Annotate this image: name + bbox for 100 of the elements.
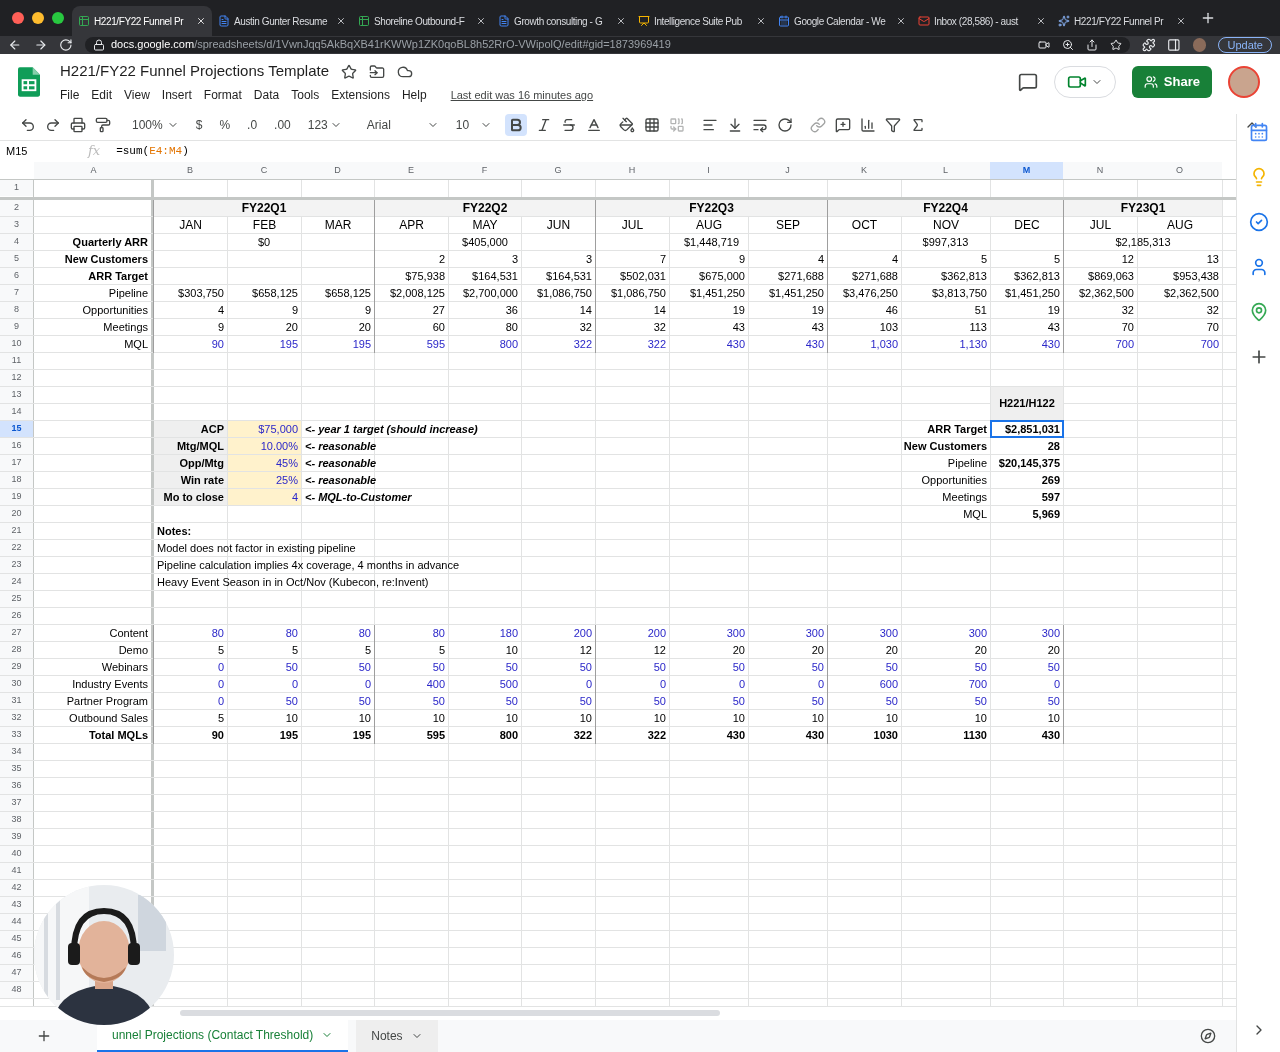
menu-item[interactable]: Tools xyxy=(291,85,320,104)
row-header[interactable]: 44 xyxy=(0,914,33,930)
browser-tab[interactable]: Intelligence Suite Pub xyxy=(632,6,772,36)
row-header[interactable]: 34 xyxy=(0,744,33,760)
row-header[interactable]: 5 xyxy=(0,251,33,267)
row-header[interactable]: 42 xyxy=(0,880,33,896)
strikethrough-icon[interactable] xyxy=(560,117,577,133)
row-header[interactable]: 21 xyxy=(0,523,33,539)
browser-tab[interactable]: H221/FY22 Funnel Pr xyxy=(72,6,212,36)
row-header[interactable]: 46 xyxy=(0,948,33,964)
menu-item[interactable]: View xyxy=(124,85,150,104)
last-edit-link[interactable]: Last edit was 16 minutes ago xyxy=(450,86,594,103)
wrap-icon[interactable] xyxy=(751,117,768,133)
row-header[interactable]: 36 xyxy=(0,778,33,794)
menu-item[interactable]: Format xyxy=(203,85,242,104)
reload-icon[interactable] xyxy=(59,37,73,52)
column-header[interactable]: H xyxy=(595,162,669,180)
row-header[interactable]: 13 xyxy=(0,387,33,403)
row-header[interactable]: 48 xyxy=(0,982,33,998)
close-icon[interactable] xyxy=(616,16,626,26)
folder-icon[interactable] xyxy=(369,63,386,80)
row-header[interactable]: 37 xyxy=(0,795,33,811)
close-icon[interactable] xyxy=(1036,16,1046,26)
row-header[interactable]: 11 xyxy=(0,353,33,369)
camera-icon[interactable] xyxy=(1037,38,1050,51)
close-icon[interactable] xyxy=(756,16,766,26)
text-color-icon[interactable] xyxy=(585,117,602,133)
row-header[interactable]: 45 xyxy=(0,931,33,947)
column-header[interactable]: N xyxy=(1063,162,1137,180)
menu-item[interactable]: Extensions xyxy=(331,85,390,104)
url-text[interactable]: docs.google.com/spreadsheets/d/1VwnJqq5AkBqXB41rKWWp1ZK0qoBL8h52RrO-VWipolQ/edit#gid=1873969419 xyxy=(110,36,671,53)
column-header[interactable]: A xyxy=(34,162,153,180)
address-bar[interactable]: docs.google.com/spreadsheets/d/1VwnJqq5AkBqXB41rKWWp1ZK0qoBL8h52RrO-VWipolQ/edit#gid=1873969419 xyxy=(84,36,1130,53)
share-button[interactable]: Share xyxy=(1131,66,1212,98)
borders-icon[interactable] xyxy=(643,117,660,133)
column-header[interactable]: J xyxy=(748,162,827,180)
align-icon[interactable] xyxy=(701,117,718,133)
row-header[interactable]: 31 xyxy=(0,693,33,709)
close-icon[interactable] xyxy=(896,16,906,26)
sheets-logo-icon[interactable] xyxy=(18,67,40,97)
menu-item[interactable]: Insert xyxy=(161,85,192,104)
zoom-icon[interactable] xyxy=(1061,38,1074,51)
column-header[interactable]: F xyxy=(448,162,521,180)
column-header[interactable]: K xyxy=(827,162,901,180)
menu-item[interactable]: File xyxy=(60,85,80,104)
row-header[interactable]: 4 xyxy=(0,234,33,250)
fill-color-icon[interactable] xyxy=(618,117,635,133)
row-header[interactable]: 20 xyxy=(0,506,33,522)
browser-tab[interactable]: Inbox (28,586) - aust xyxy=(912,6,1052,36)
comment-icon[interactable] xyxy=(1017,72,1038,92)
font-size-dropdown[interactable]: 10 xyxy=(451,116,496,134)
font-dropdown[interactable]: Arial xyxy=(362,116,443,134)
row-header[interactable]: 14 xyxy=(0,404,33,420)
name-box[interactable]: M15 xyxy=(0,142,80,160)
row-header[interactable]: 7 xyxy=(0,285,33,301)
tasks-icon[interactable] xyxy=(1248,212,1269,232)
row-header[interactable]: 41 xyxy=(0,863,33,879)
minimize-window-icon[interactable] xyxy=(32,12,44,24)
column-header[interactable]: D xyxy=(301,162,374,180)
redo-icon[interactable] xyxy=(45,117,61,133)
close-icon[interactable] xyxy=(1176,16,1186,26)
row-header[interactable]: 28 xyxy=(0,642,33,658)
maximize-window-icon[interactable] xyxy=(52,12,64,24)
rotate-icon[interactable] xyxy=(776,117,793,133)
row-header[interactable]: 1 xyxy=(0,180,33,196)
percent-button[interactable]: % xyxy=(215,116,235,134)
row-header[interactable]: 26 xyxy=(0,608,33,624)
forward-icon[interactable] xyxy=(33,37,48,52)
row-header[interactable]: 27 xyxy=(0,625,33,641)
currency-button[interactable]: $ xyxy=(191,116,207,134)
row-header[interactable]: 24 xyxy=(0,574,33,590)
print-icon[interactable] xyxy=(70,117,86,133)
row-header[interactable]: 2 xyxy=(0,200,33,216)
row-header[interactable]: 19 xyxy=(0,489,33,505)
comment-icon[interactable] xyxy=(834,117,851,133)
close-icon[interactable] xyxy=(476,16,486,26)
column-header[interactable]: C xyxy=(227,162,301,180)
menu-item[interactable]: Edit xyxy=(91,85,113,104)
column-header[interactable]: I xyxy=(669,162,748,180)
format-dropdown[interactable]: 123 xyxy=(303,116,346,134)
scrollbar[interactable] xyxy=(180,1010,720,1016)
chart-icon[interactable] xyxy=(859,117,876,133)
explore-icon[interactable] xyxy=(1200,1028,1216,1044)
increase-decimals-button[interactable]: .00 xyxy=(270,116,295,134)
row-header[interactable]: 6 xyxy=(0,268,33,284)
row-header[interactable]: 33 xyxy=(0,727,33,743)
column-header[interactable]: B xyxy=(153,162,227,180)
avatar[interactable] xyxy=(1192,37,1207,52)
row-header[interactable]: 39 xyxy=(0,829,33,845)
column-header[interactable]: E xyxy=(374,162,448,180)
row-header[interactable]: 32 xyxy=(0,710,33,726)
star-icon[interactable] xyxy=(341,63,358,80)
row-header[interactable]: 8 xyxy=(0,302,33,318)
new-tab-icon[interactable] xyxy=(1200,10,1216,26)
row-header[interactable]: 43 xyxy=(0,897,33,913)
row-header[interactable]: 23 xyxy=(0,557,33,573)
row-header[interactable]: 12 xyxy=(0,370,33,386)
decrease-decimals-button[interactable]: .0 xyxy=(243,116,262,134)
row-header[interactable]: 18 xyxy=(0,472,33,488)
close-icon[interactable] xyxy=(196,16,206,26)
